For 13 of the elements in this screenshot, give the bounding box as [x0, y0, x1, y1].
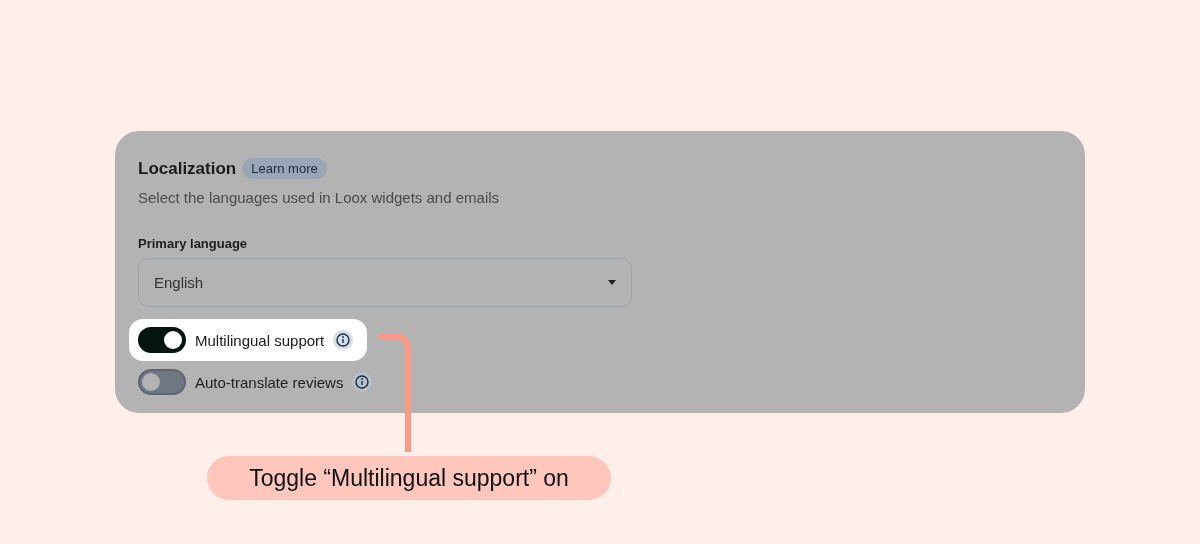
section-title: Localization: [138, 158, 237, 179]
learn-more-link[interactable]: Learn more: [242, 158, 327, 179]
info-icon[interactable]: [352, 372, 373, 392]
language-dropdown[interactable]: English: [138, 258, 632, 307]
toggle-switch[interactable]: [138, 327, 186, 353]
section-description: Select the languages used in Loox widgets and emails: [138, 189, 501, 206]
toggle-label: Auto-translate reviews: [195, 373, 344, 391]
info-icon[interactable]: [333, 330, 354, 350]
toggle-label: Multilingual support: [195, 331, 325, 349]
toggle-switch[interactable]: [138, 369, 186, 395]
instruction-callout: Toggle “Multilingual support” on: [207, 456, 611, 500]
caret-icon: [608, 280, 616, 285]
field-label: Primary language: [138, 236, 249, 251]
